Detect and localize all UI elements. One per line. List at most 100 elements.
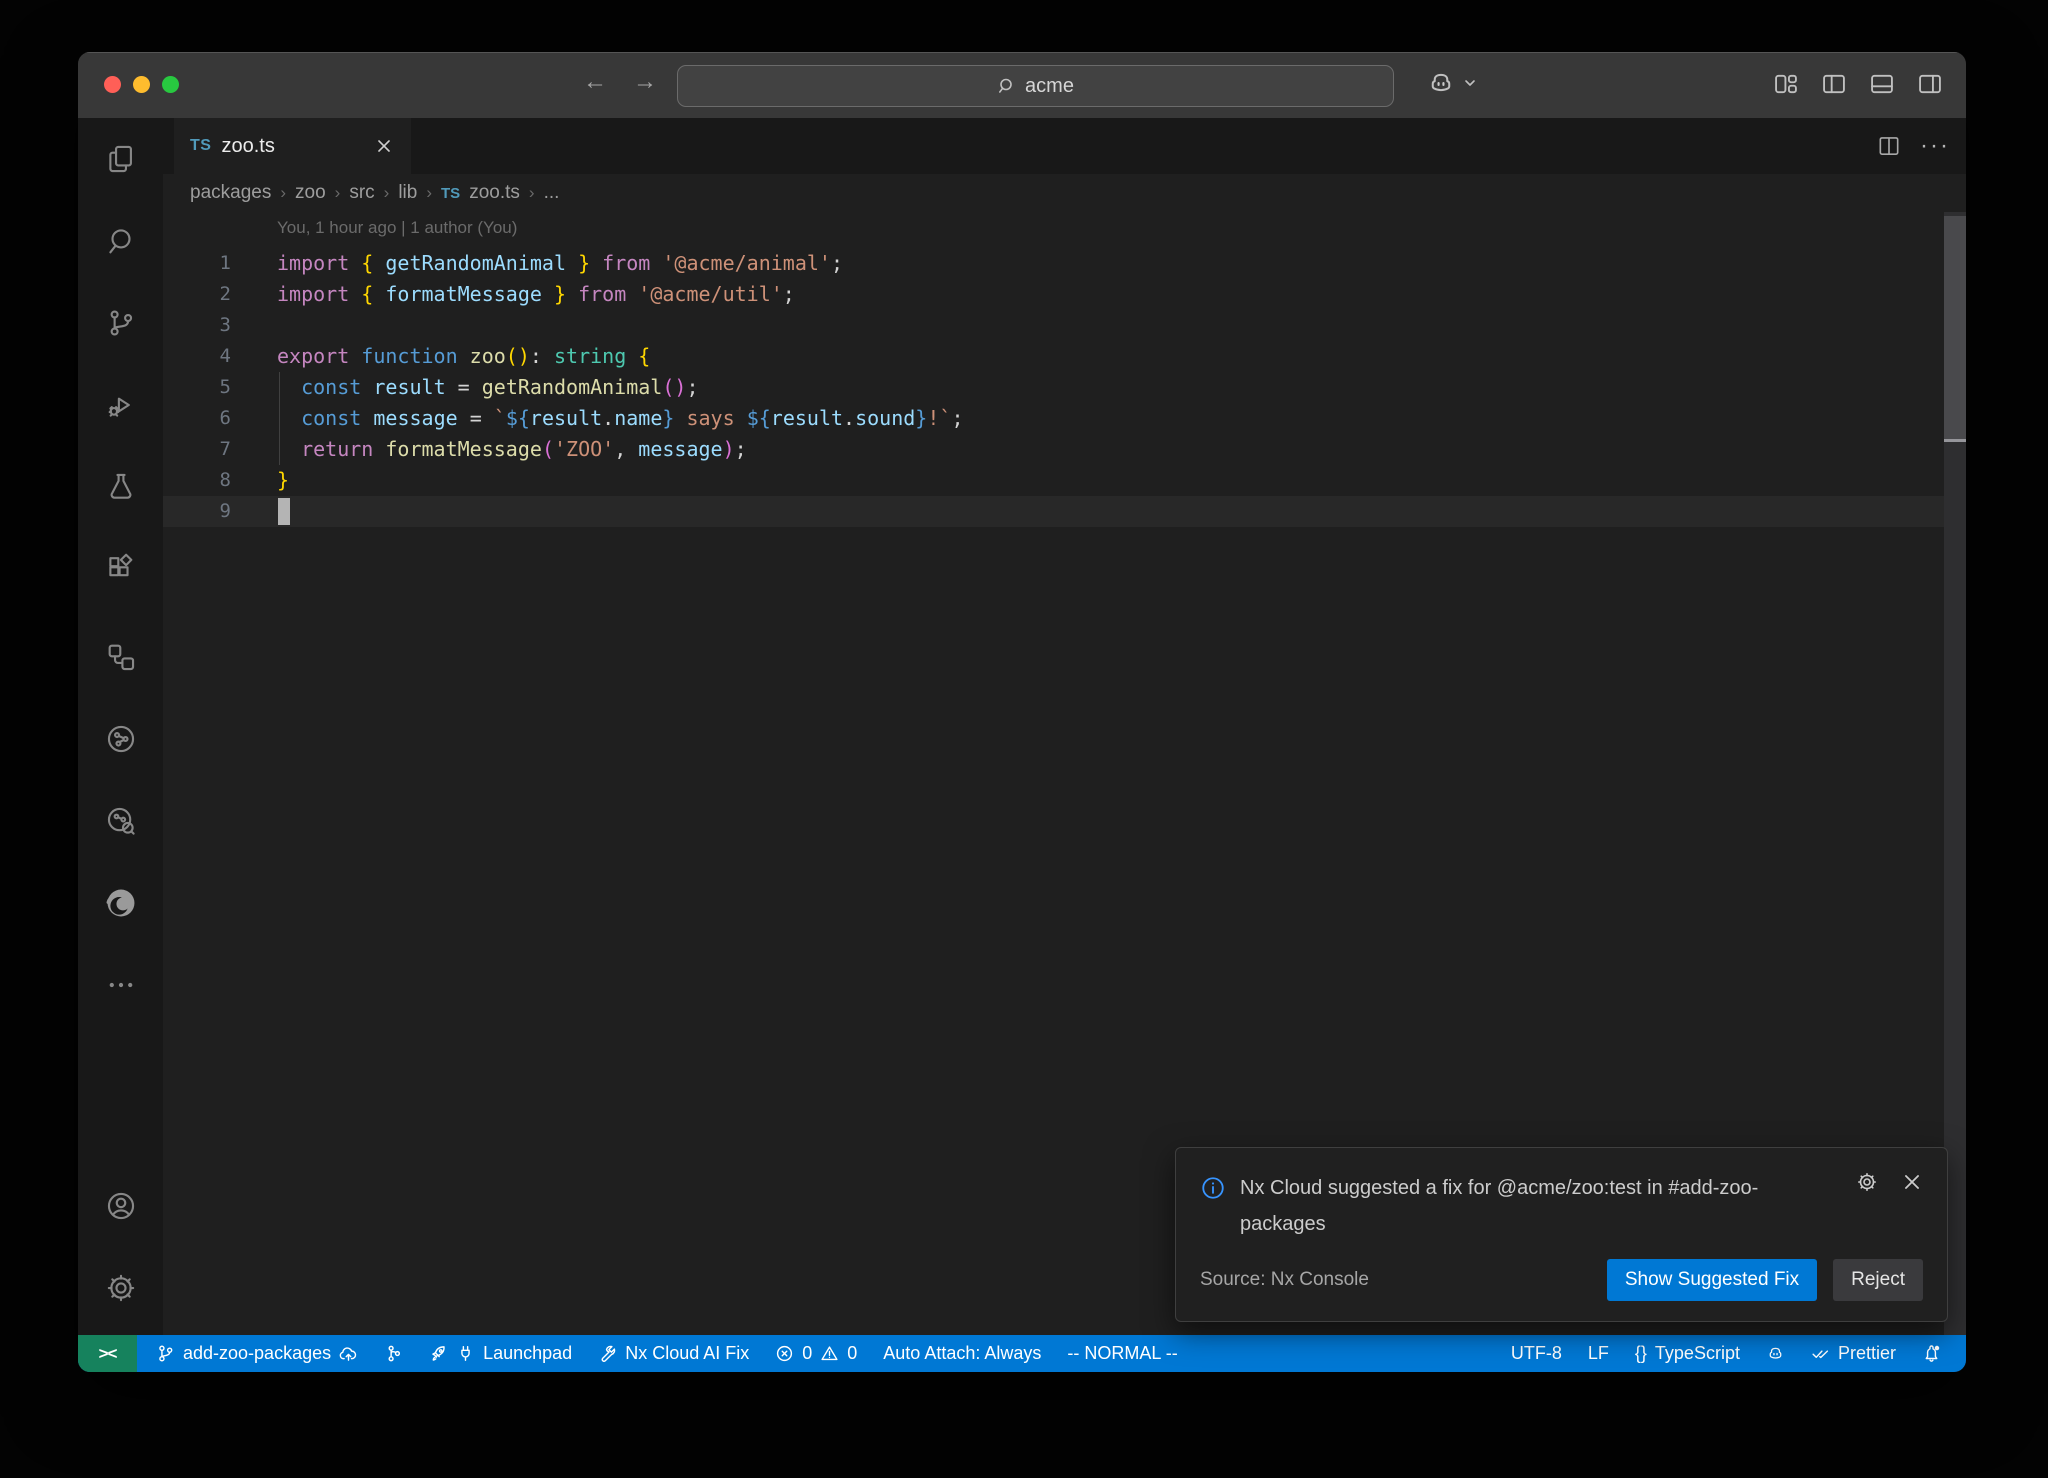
breadcrumb-item-zoo[interactable]: zoo [295,182,326,204]
close-window-button[interactable] [104,76,121,93]
activity-explorer[interactable] [78,118,163,200]
code-line-3[interactable]: 3 [163,310,1966,341]
statusbar-item-notifications[interactable] [1911,1335,1952,1372]
code-line-4[interactable]: 4 export function zoo(): string { [163,341,1966,372]
tab-bar: TS zoo.ts ··· [163,118,1966,174]
typescript-file-icon: TS [190,137,211,155]
statusbar-item-launchpad[interactable]: Launchpad [418,1335,583,1372]
activity-extensions[interactable] [78,528,163,610]
more-ellipsis-icon [104,968,138,1002]
statusbar-item-eol[interactable]: LF [1577,1335,1620,1372]
line-number: 1 [163,248,231,279]
code-line-5[interactable]: 5 const result = getRandomAnimal(); [163,372,1966,403]
status-label: 0 [847,1343,857,1364]
statusbar-item-copilot[interactable] [1755,1335,1796,1372]
statusbar-item-vim-mode[interactable]: -- NORMAL -- [1056,1335,1188,1372]
breadcrumb-item-file[interactable]: zoo.ts [469,182,520,204]
code-line-2[interactable]: 2import { formatMessage } from '@acme/ut… [163,279,1966,310]
breadcrumb-overflow[interactable]: ... [544,182,560,204]
statusbar-item-encoding[interactable]: UTF-8 [1500,1335,1573,1372]
typescript-file-icon[interactable]: TS [441,185,460,202]
belldot-icon [1922,1344,1941,1363]
customize-layout-icon[interactable] [1772,70,1800,98]
zoom-window-button[interactable] [162,76,179,93]
code-line-6[interactable]: 6 const message = `${result.name} says $… [163,403,1966,434]
notification-message: Nx Cloud suggested a fix for @acme/zoo:t… [1240,1170,1840,1242]
remote-indicator[interactable]: >< [78,1335,137,1372]
breadcrumb: packages›zoo›src›lib›TSzoo.ts›... [163,174,1966,212]
activity-testing[interactable] [78,446,163,528]
breadcrumb-item-packages[interactable]: packages [190,182,271,204]
breadcrumb-item-lib[interactable]: lib [398,182,417,204]
code-line-7[interactable]: 7 return formatMessage('ZOO', message); [163,434,1966,465]
status-label: 0 [802,1343,812,1364]
traffic-lights [104,76,179,93]
editor-scrollbar-slider[interactable] [1944,216,1966,439]
line-number: 3 [163,310,231,341]
nx-graph-search-icon [104,804,138,838]
minimize-window-button[interactable] [133,76,150,93]
search-value: acme [1025,75,1074,98]
line-content: return formatMessage('ZOO', message); [277,434,747,465]
statusbar-item-auto-attach[interactable]: Auto Attach: Always [872,1335,1052,1372]
git-blame-annotation[interactable]: You, 1 hour ago | 1 author (You) [277,218,517,238]
code-line-1[interactable]: 1 import { getRandomAnimal } from '@acme/… [163,248,1966,279]
statusbar-item-nx-cloud-ai-fix[interactable]: Nx Cloud AI Fix [587,1335,760,1372]
branch-icon [156,1344,175,1363]
notification-settings-gear-icon[interactable] [1855,1170,1879,1194]
activity-search[interactable] [78,200,163,282]
tab-filename: zoo.ts [221,135,274,158]
activity-more[interactable] [78,944,163,1026]
status-label: Launchpad [483,1343,572,1364]
editor-more-actions-icon[interactable]: ··· [1920,141,1950,151]
statusbar-item-problems[interactable]: 00 [764,1335,868,1372]
breadcrumb-separator: › [384,183,390,203]
info-icon [1200,1175,1226,1201]
activity-run-debug[interactable] [78,364,163,446]
overview-ruler-cursor-marker [1944,439,1966,442]
activity-source-control[interactable] [78,282,163,364]
line-content: import { getRandomAnimal } from '@acme/a… [277,248,843,279]
account-button[interactable] [78,1165,163,1247]
toggle-secondary-sidebar-icon[interactable] [1916,70,1944,98]
line-number: 4 [163,341,231,372]
breadcrumb-item-src[interactable]: src [349,182,374,204]
breadcrumb-separator: › [280,183,286,203]
toggle-panel-icon[interactable] [1868,70,1896,98]
statusbar-item-prettier[interactable]: Prettier [1800,1335,1907,1372]
rocket-icon [429,1344,448,1363]
statusbar-item-language[interactable]: {}TypeScript [1624,1335,1751,1372]
notification-close-icon[interactable] [1901,1171,1923,1193]
activity-nx-console[interactable] [78,698,163,780]
copilot-menu[interactable] [1426,68,1478,98]
close-tab-icon[interactable] [373,135,395,157]
tab-zoo-ts[interactable]: TS zoo.ts [174,118,411,174]
activity-remote-explorer[interactable] [78,616,163,698]
settings-button[interactable] [78,1247,163,1329]
statusbar-item-branch[interactable]: add-zoo-packages [145,1335,369,1372]
status-label: Nx Cloud AI Fix [625,1343,749,1364]
code-line-8[interactable]: 8} [163,465,1966,496]
cloud-up-icon [339,1344,358,1363]
line-number: 6 [163,403,231,434]
code-line-9[interactable]: 9 [163,496,1966,527]
reject-button[interactable]: Reject [1833,1259,1923,1301]
activity-nx-project-graph[interactable] [78,780,163,862]
status-bar: >< add-zoo-packages Launchpad Nx Cloud AI … [78,1335,1966,1372]
back-icon[interactable]: ← [583,68,607,96]
line-number: 5 [163,372,231,403]
statusbar-item-source-control-graph[interactable] [373,1335,414,1372]
command-center-search[interactable]: acme [677,65,1394,107]
line-content: const result = getRandomAnimal(); [277,372,699,403]
status-label: TypeScript [1655,1343,1740,1364]
split-editor-icon[interactable] [1876,133,1902,159]
remote-explorer-icon [104,640,138,674]
toggle-primary-sidebar-icon[interactable] [1820,70,1848,98]
forward-icon[interactable]: → [633,68,657,96]
source-control-icon [104,306,138,340]
activity-edge-browser[interactable] [78,862,163,944]
notification-toast: Nx Cloud suggested a fix for @acme/zoo:t… [1175,1147,1948,1322]
line-content: export function zoo(): string { [277,341,650,372]
status-label: LF [1588,1343,1609,1364]
show-suggested-fix-button[interactable]: Show Suggested Fix [1607,1259,1817,1301]
